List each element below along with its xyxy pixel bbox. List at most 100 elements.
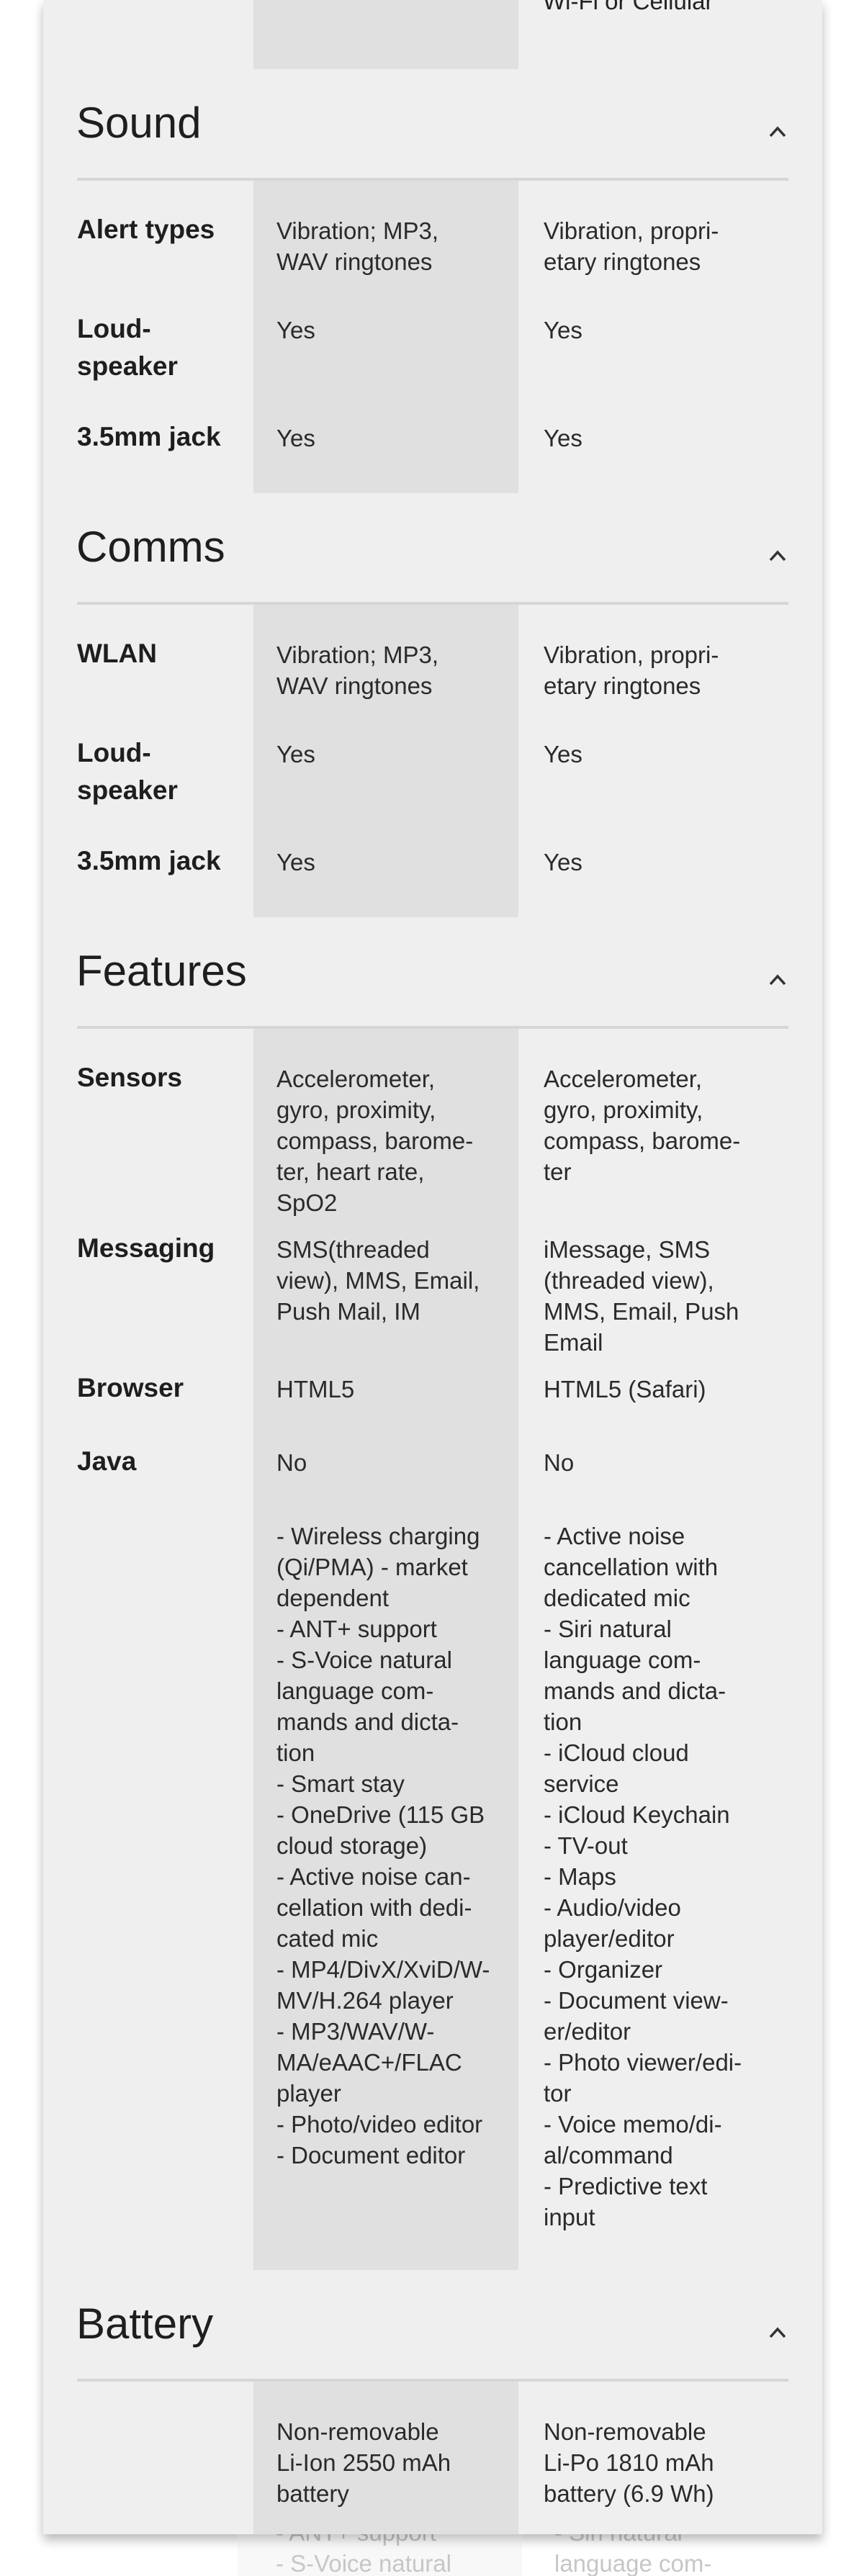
text-line: cloud storage) — [276, 1832, 428, 1859]
section-battery: Battery Non-removable Li-Ion 2550 mAh batte… — [43, 2270, 822, 2534]
value-device-2: - Active noise cancellation with dedicated… — [519, 1521, 742, 2233]
value-device-1: Vibration; MP3, WAV ringtones — [254, 215, 519, 277]
text-line: No — [544, 1449, 575, 1476]
chevron-up-icon[interactable] — [763, 965, 792, 994]
text-line: - Wireless charging — [276, 1523, 480, 1549]
chevron-up-icon[interactable] — [763, 2318, 792, 2346]
section-header[interactable]: Features — [43, 917, 822, 1026]
text-line: Push Mail, IM — [276, 1298, 420, 1325]
text-line: No — [276, 1449, 307, 1476]
text-line: language com- — [544, 1647, 701, 1673]
table-row: WLAN Vibration; MP3, WAV ringtones Vibratio… — [43, 639, 822, 739]
section-header[interactable]: Comms — [43, 493, 822, 602]
text-line: iMessage, SMS — [544, 1236, 711, 1263]
text-line: - Audio/video — [544, 1894, 681, 1921]
table-row: Browser HTML5 HTML5 (Safari) — [43, 1373, 822, 1447]
text-line: - Maps — [544, 1863, 616, 1890]
text-line: - MP4/DivX/XviD/W- — [276, 1956, 490, 1983]
text-line: Vibration; MP3, — [276, 641, 439, 668]
text-line: MA/eAAC+/FLAC — [276, 2049, 462, 2076]
table-row: - Wireless charging (Qi/PMA) - market depe… — [43, 1521, 822, 2270]
text-line: input — [544, 2204, 595, 2230]
value-device-1: No — [254, 1447, 519, 1480]
row-label: Sensors — [43, 1059, 254, 1218]
value-device-1: SMS(threaded view), MMS, Email, Push Mail,… — [254, 1234, 519, 1358]
text-line: battery — [276, 2480, 349, 2507]
text-line: Messaging — [77, 1233, 215, 1263]
text-line: dependent — [276, 1585, 389, 1611]
section-title: Features — [76, 947, 247, 995]
text-line: tion — [276, 1739, 315, 1766]
text-line: MMS, Email, Push — [544, 1298, 739, 1325]
value-device-1: HTML5 — [254, 1374, 519, 1407]
text-line: - Document editor — [276, 2142, 466, 2169]
table-row: Sensors Accelerometer, gyro, proximity, com… — [43, 1063, 822, 1234]
text-line: Non-removable — [544, 2418, 706, 2445]
reflection-col2: - ANT+ support - S-Voice natural — [276, 2534, 451, 2576]
section-sound: Sound Alert types Vibration; MP3, WAV ringt… — [43, 69, 822, 493]
chevron-up-icon[interactable] — [763, 541, 792, 569]
text-line: speaker — [77, 775, 178, 805]
value-device-2: Yes — [519, 315, 582, 385]
row-label: Loud-speaker — [43, 310, 254, 385]
value-device-2: Yes — [519, 739, 582, 809]
text-line: ter — [544, 1158, 572, 1185]
shaded-column — [253, 0, 518, 69]
table-row: 3.5mm jack Yes Yes — [43, 422, 822, 493]
text-line: ter, heart rate, — [276, 1158, 425, 1185]
table-row: Java No No — [43, 1446, 822, 1521]
text-line: dedicated mic — [544, 1585, 690, 1611]
spec-table: Alert types Vibration; MP3, WAV ringtones V… — [43, 181, 822, 493]
value-device-2: HTML5 (Safari) — [519, 1374, 706, 1407]
text-line: SpO2 — [276, 1189, 338, 1216]
value-device-1: Yes — [254, 315, 519, 385]
value-device-1: Yes — [254, 847, 519, 880]
text-line: 3.5mm jack — [77, 846, 221, 875]
text-line: compass, barome- — [544, 1127, 741, 1154]
text-line: cancellation with — [544, 1554, 719, 1580]
chevron-up-icon[interactable] — [763, 117, 792, 145]
text-line: - MP3/WAV/W- — [276, 2018, 435, 2045]
text-line: speaker — [77, 351, 178, 381]
text-line: Yes — [544, 741, 582, 767]
value-device-2: Non-removable Li-Po 1810 mAh battery (6.9 … — [519, 2416, 714, 2509]
row-label: 3.5mm jack — [43, 842, 254, 880]
text-line: Accelerometer, — [544, 1066, 703, 1092]
text-line: er/editor — [544, 2018, 631, 2045]
text-line: battery (6.9 Wh) — [544, 2480, 714, 2507]
value-device-1: Non-removable Li-Ion 2550 mAh battery — [254, 2416, 519, 2509]
text-line: - Document view- — [544, 1987, 729, 2014]
text-line: - Smart stay — [276, 1770, 405, 1797]
table-row: Alert types Vibration; MP3, WAV ringtones V… — [43, 215, 822, 315]
text-line: - Active noise — [544, 1523, 685, 1549]
table-row: Loud-speaker Yes Yes — [43, 738, 822, 847]
table-row: 3.5mm jack Yes Yes — [43, 846, 822, 917]
value-device-2: Vibration, propri-etary ringtones — [519, 215, 719, 277]
text-line: Vibration, propri- — [544, 217, 719, 244]
spec-table: WLAN Vibration; MP3, WAV ringtones Vibratio… — [43, 605, 822, 917]
text-line: Li-Po 1810 mAh — [544, 2449, 714, 2476]
section-header[interactable]: Sound — [43, 69, 822, 178]
text-line: - iCloud cloud — [544, 1739, 689, 1766]
row-label: Loud-speaker — [43, 734, 254, 809]
reflection-col3: - Siri natural language com- — [554, 2534, 711, 2576]
text-line: MV/H.264 player — [276, 1987, 454, 2014]
text-line: gyro, proximity, — [276, 1096, 436, 1123]
text-line: - Voice memo/di- — [544, 2111, 722, 2138]
text-line: - iCloud Keychain — [544, 1801, 730, 1828]
value-device-1: - Wireless charging (Qi/PMA) - market depe… — [254, 1521, 519, 2233]
value-device-2: Yes — [519, 847, 582, 880]
spec-comparison-card: Wi-Fi or Cellular Sound Alert types Vibrat… — [43, 0, 822, 2534]
text-line: etary ringtones — [544, 248, 701, 275]
table-row: Messaging SMS(threaded view), MMS, Email, P… — [43, 1233, 822, 1374]
row-label — [43, 1516, 254, 2233]
text-line: WLAN — [77, 639, 157, 668]
section-header[interactable]: Battery — [43, 2270, 822, 2379]
table-row: Non-removable Li-Ion 2550 mAh battery Non-r… — [43, 2416, 822, 2534]
text-line: tor — [544, 2080, 572, 2107]
row-label: WLAN — [43, 635, 254, 701]
value-device-2: Vibration, propri-etary ringtones — [519, 639, 719, 701]
reflection-line: - S-Voice natural — [276, 2550, 451, 2576]
text-line: - Siri natural — [544, 1616, 672, 1642]
text-line: language com- — [276, 1677, 434, 1704]
